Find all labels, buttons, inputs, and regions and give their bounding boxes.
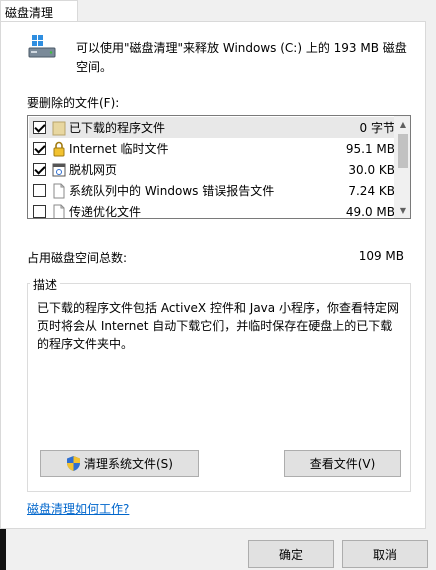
- file-size: 95.1 MB: [345, 141, 395, 156]
- description-line-1: 已下载的程序文件包括 ActiveX 控件和 Java 小程序，你查看特定网: [37, 301, 399, 315]
- description-title: 描述: [30, 276, 61, 293]
- list-item-downloaded-programs[interactable]: 已下载的程序文件 0 字节: [29, 117, 395, 138]
- header-line-2: 空间。: [76, 60, 113, 74]
- disk-cleanup-window: 磁盘清理 可以使用"磁盘清理"来释放 Windows (C:) 上的 193 M…: [0, 0, 436, 570]
- description-line-3: 的程序文件夹中。: [37, 337, 134, 351]
- header-line-1: 可以使用"磁盘清理"来释放 Windows (C:) 上的 193 MB 磁盘: [76, 41, 407, 55]
- scroll-up-icon[interactable]: ▲: [395, 116, 410, 132]
- file-size: 30.0 KB: [348, 162, 395, 177]
- total-space-label: 占用磁盘空间总数:: [27, 251, 128, 265]
- shield-icon: [67, 456, 80, 471]
- file-name: Internet 临时文件: [69, 142, 169, 156]
- files-to-delete-label: 要删除的文件(F):: [27, 96, 120, 110]
- list-item-internet-temp[interactable]: Internet 临时文件 95.1 MB: [29, 138, 395, 159]
- background-strip: [0, 524, 6, 570]
- view-files-button[interactable]: 查看文件(V): [284, 450, 401, 477]
- description-text: 已下载的程序文件包括 ActiveX 控件和 Java 小程序，你查看特定网 页…: [37, 299, 403, 353]
- scroll-thumb[interactable]: [398, 134, 408, 168]
- list-item-delivery-optimization[interactable]: 传递优化文件 49.0 MB: [29, 201, 395, 219]
- checkbox[interactable]: [33, 184, 46, 197]
- checkbox[interactable]: [33, 163, 46, 176]
- file-name: 系统队列中的 Windows 错误报告文件: [69, 184, 275, 198]
- file-size: 7.24 KB: [348, 183, 395, 198]
- folder-icon: [52, 121, 66, 135]
- lock-icon: [53, 141, 65, 156]
- file-size: 0 字节: [359, 121, 395, 135]
- file-name: 传递优化文件: [69, 205, 142, 219]
- list-scrollbar[interactable]: ▲ ▼: [394, 116, 410, 218]
- scroll-down-icon[interactable]: ▼: [395, 202, 410, 218]
- file-name: 已下载的程序文件: [69, 121, 166, 135]
- clean-system-files-button[interactable]: 清理系统文件(S): [40, 450, 199, 477]
- help-link[interactable]: 磁盘清理如何工作?: [27, 500, 129, 517]
- header-text: 可以使用"磁盘清理"来释放 Windows (C:) 上的 193 MB 磁盘 …: [76, 39, 416, 77]
- offline-page-icon: [52, 163, 66, 176]
- clean-system-files-label: 清理系统文件(S): [84, 457, 173, 471]
- total-space-value: 109 MB: [358, 249, 404, 263]
- checkbox[interactable]: [33, 205, 46, 218]
- cancel-button[interactable]: 取消: [342, 540, 428, 568]
- file-size: 49.0 MB: [345, 204, 395, 219]
- file-name: 脱机网页: [69, 163, 118, 177]
- checkbox[interactable]: [33, 121, 46, 134]
- description-line-2: 页时将会从 Internet 自动下载它们，并临时保存在硬盘上的已下载: [37, 319, 393, 333]
- file-list[interactable]: 已下载的程序文件 0 字节 Internet 临时文件 95.1 MB 脱机网页…: [27, 115, 411, 219]
- list-item-error-reports[interactable]: 系统队列中的 Windows 错误报告文件 7.24 KB: [29, 180, 395, 201]
- document-icon: [53, 204, 65, 218]
- checkbox[interactable]: [33, 142, 46, 155]
- list-item-offline-pages[interactable]: 脱机网页 30.0 KB: [29, 159, 395, 180]
- drive-icon: [28, 35, 56, 58]
- ok-button[interactable]: 确定: [248, 540, 334, 568]
- tab-disk-cleanup[interactable]: 磁盘清理: [0, 0, 78, 22]
- document-icon: [53, 183, 65, 198]
